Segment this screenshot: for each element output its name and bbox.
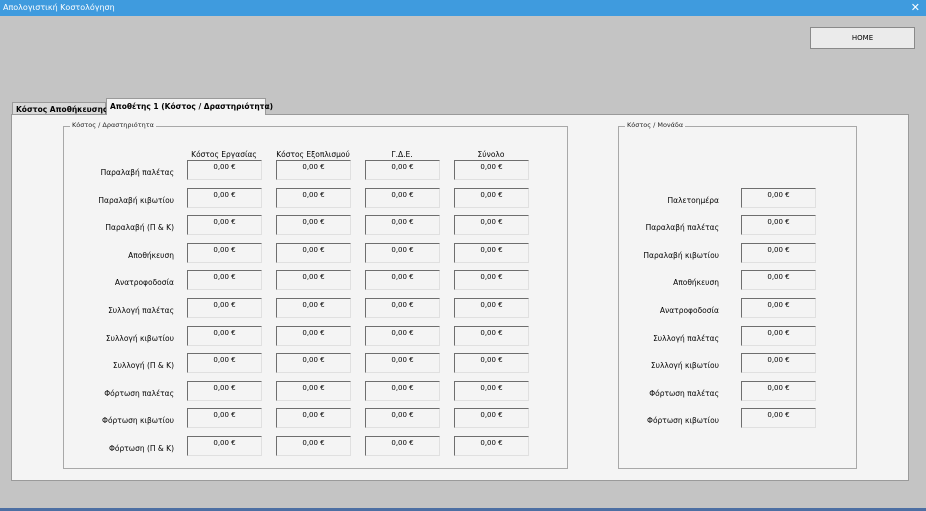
column-header: Κόστος Εργασίας: [191, 150, 257, 159]
row-label: Παραλαβή (Π & Κ): [105, 223, 174, 233]
row-label: Παραλαβή κιβωτίου: [98, 195, 174, 205]
cost-field[interactable]: 0,00 €: [276, 325, 351, 346]
tab-depositor-1[interactable]: Αποθέτης 1 (Κόστος / Δραστηριότητα): [106, 98, 273, 115]
cost-field[interactable]: 0,00 €: [187, 325, 262, 346]
unit-cost-field[interactable]: 0,00 €: [741, 242, 816, 263]
unit-row-label: Παραλαβή παλέτας: [645, 223, 719, 233]
cost-field[interactable]: 0,00 €: [454, 215, 529, 236]
unit-row-label: Ανατροφοδοσία: [659, 305, 719, 315]
unit-row-label: Αποθήκευση: [673, 278, 719, 288]
unit-cost-field[interactable]: 0,00 €: [741, 353, 816, 374]
unit-row-label: Παραλαβή κιβωτίου: [643, 250, 719, 260]
window-title: Απολογιστική Κοστολόγηση: [3, 3, 115, 12]
row-label: Συλλογή (Π & Κ): [112, 361, 174, 371]
activity-cost-group: Κόστος / Δραστηριότητα Κόστος Εργασίας Κό…: [63, 121, 568, 469]
cost-field[interactable]: 0,00 €: [454, 353, 529, 374]
cost-field[interactable]: 0,00 €: [187, 298, 262, 318]
cost-field[interactable]: 0,00 €: [187, 436, 262, 456]
cost-field[interactable]: 0,00 €: [365, 380, 440, 401]
cost-field[interactable]: 0,00 €: [276, 187, 351, 208]
cost-field[interactable]: 0,00 €: [454, 380, 529, 401]
row-label: Συλλογή κιβωτίου: [105, 333, 174, 343]
unit-row-label: Παλετοημέρα: [667, 195, 719, 205]
cost-field[interactable]: 0,00 €: [187, 160, 262, 180]
cost-field[interactable]: 0,00 €: [276, 353, 351, 374]
unit-row-label: Φόρτωση κιβωτίου: [647, 416, 719, 426]
unit-cost-field[interactable]: 0,00 €: [741, 297, 816, 318]
unit-cost-field[interactable]: 0,00 €: [741, 215, 816, 236]
unit-cost-field[interactable]: 0,00 €: [741, 325, 816, 346]
cost-field[interactable]: 0,00 €: [276, 215, 351, 236]
cost-field[interactable]: 0,00 €: [276, 298, 351, 318]
unit-row-label: Φόρτωση παλέτας: [649, 388, 719, 398]
cost-field[interactable]: 0,00 €: [276, 436, 351, 456]
cost-field[interactable]: 0,00 €: [187, 380, 262, 401]
cost-field[interactable]: 0,00 €: [365, 242, 440, 263]
cost-field[interactable]: 0,00 €: [187, 408, 262, 429]
cost-field[interactable]: 0,00 €: [276, 270, 351, 291]
cost-field[interactable]: 0,00 €: [365, 215, 440, 236]
row-label: Παραλαβή παλέτας: [100, 168, 174, 177]
cost-field[interactable]: 0,00 €: [276, 242, 351, 263]
cost-field[interactable]: 0,00 €: [187, 242, 262, 263]
cost-field[interactable]: 0,00 €: [276, 160, 351, 180]
cost-field[interactable]: 0,00 €: [365, 325, 440, 346]
cost-field[interactable]: 0,00 €: [454, 270, 529, 291]
cost-field[interactable]: 0,00 €: [187, 353, 262, 374]
unit-row-label: Συλλογή κιβωτίου: [650, 361, 719, 371]
row-label: Συλλογή παλέτας: [108, 306, 174, 315]
column-header: Σύνολο: [477, 150, 505, 159]
cost-field[interactable]: 0,00 €: [276, 380, 351, 401]
column-header: Γ.Δ.Ε.: [391, 150, 413, 159]
tab-panel: Κόστος / Δραστηριότητα Κόστος Εργασίας Κό…: [11, 114, 909, 481]
cost-field[interactable]: 0,00 €: [365, 408, 440, 429]
activity-group-caption: Κόστος / Δραστηριότητα: [70, 121, 156, 129]
close-icon[interactable]: ✕: [911, 0, 920, 16]
unit-group-caption: Κόστος / Μονάδα: [625, 121, 686, 129]
cost-field[interactable]: 0,00 €: [276, 408, 351, 429]
unit-cost-field[interactable]: 0,00 €: [741, 408, 816, 429]
unit-cost-field[interactable]: 0,00 €: [741, 380, 816, 401]
unit-cost-field[interactable]: 0,00 €: [741, 270, 816, 291]
cost-field[interactable]: 0,00 €: [187, 270, 262, 291]
cost-field[interactable]: 0,00 €: [454, 325, 529, 346]
cost-field[interactable]: 0,00 €: [454, 408, 529, 429]
cost-field[interactable]: 0,00 €: [365, 187, 440, 208]
row-label: Ανατροφοδοσία: [114, 278, 174, 288]
row-label: Φόρτωση παλέτας: [104, 388, 174, 398]
row-label: Αποθήκευση: [128, 250, 174, 260]
unit-row-label: Συλλογή παλέτας: [653, 333, 719, 343]
unit-cost-group: Κόστος / Μονάδα Παλετοημέρα 0,00 € Παραλαβ…: [618, 121, 857, 469]
row-label: Φόρτωση (Π & Κ): [109, 444, 174, 453]
cost-field[interactable]: 0,00 €: [187, 187, 262, 208]
cost-field[interactable]: 0,00 €: [365, 270, 440, 291]
cost-field[interactable]: 0,00 €: [454, 160, 529, 180]
cost-field[interactable]: 0,00 €: [365, 160, 440, 180]
unit-cost-field[interactable]: 0,00 €: [741, 187, 816, 208]
cost-field[interactable]: 0,00 €: [365, 436, 440, 456]
column-header: Κόστος Εξοπλισμού: [276, 150, 350, 159]
cost-field[interactable]: 0,00 €: [454, 436, 529, 456]
cost-field[interactable]: 0,00 €: [454, 187, 529, 208]
cost-field[interactable]: 0,00 €: [365, 353, 440, 374]
cost-field[interactable]: 0,00 €: [187, 215, 262, 236]
cost-field[interactable]: 0,00 €: [365, 298, 440, 318]
row-label: Φόρτωση κιβωτίου: [102, 416, 174, 426]
home-button[interactable]: HOME: [810, 27, 915, 49]
cost-field[interactable]: 0,00 €: [454, 298, 529, 318]
cost-field[interactable]: 0,00 €: [454, 242, 529, 263]
title-bar: Απολογιστική Κοστολόγηση ✕: [0, 0, 926, 16]
